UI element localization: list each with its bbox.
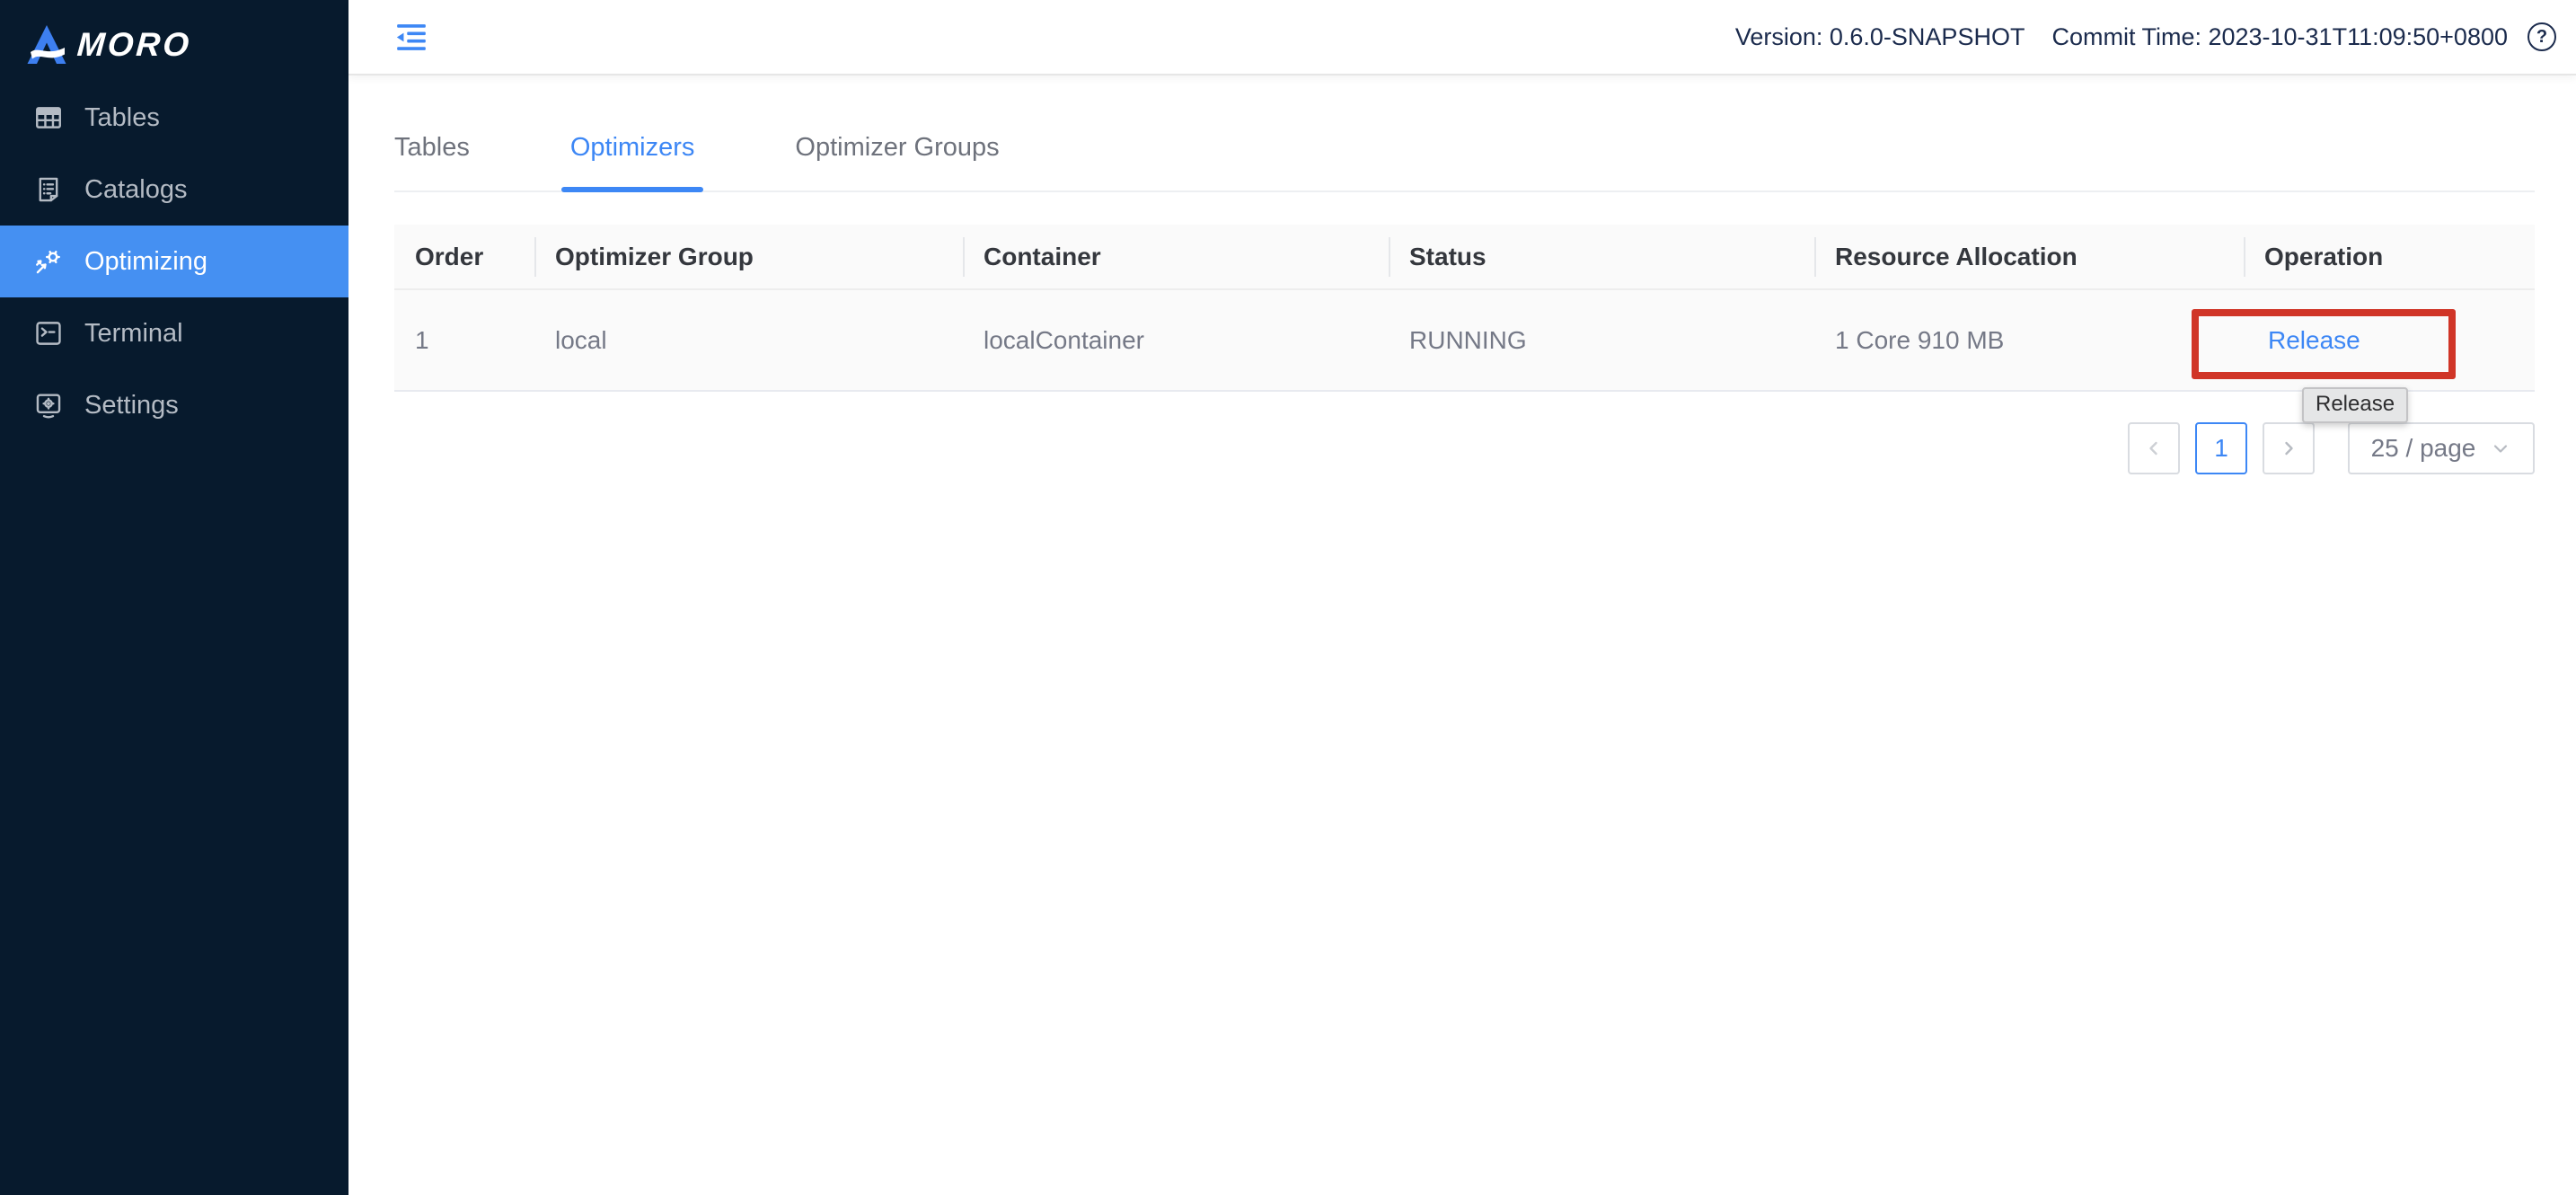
pagination-next-button[interactable] — [2263, 422, 2315, 474]
amoro-a-logo-icon — [25, 23, 68, 66]
cell-operation: Release — [2244, 290, 2535, 390]
optimizing-icon — [33, 246, 64, 277]
column-header-status: Status — [1389, 225, 1814, 288]
version-info: Version: 0.6.0-SNAPSHOT Commit Time: 202… — [1735, 23, 2508, 51]
release-tooltip: Release — [2302, 387, 2408, 423]
sidebar-item-label: Terminal — [84, 319, 183, 349]
release-link[interactable]: Release — [2268, 326, 2360, 355]
cell-status: RUNNING — [1389, 290, 1814, 390]
tab-tables[interactable]: Tables — [394, 131, 470, 190]
settings-icon — [33, 390, 64, 420]
sidebar: MORO Tables — [0, 0, 348, 1195]
sidebar-item-tables[interactable]: Tables — [0, 82, 348, 154]
sidebar-item-settings[interactable]: Settings — [0, 369, 348, 441]
sidebar-menu: Tables Catalogs — [0, 82, 348, 441]
pagination: 1 25 / page — [394, 422, 2535, 474]
optimizers-table: Order Optimizer Group Container Status R… — [394, 225, 2535, 392]
version-label: Version: 0.6.0-SNAPSHOT — [1735, 23, 2025, 51]
sidebar-item-optimizing[interactable]: Optimizing — [0, 226, 348, 297]
pagination-page-1-button[interactable]: 1 — [2195, 422, 2247, 474]
column-header-resource-allocation: Resource Allocation — [1814, 225, 2244, 288]
chevron-right-icon — [2278, 438, 2299, 459]
commit-time-label: Commit Time: 2023-10-31T11:09:50+0800 — [2051, 23, 2508, 51]
chevron-left-icon — [2143, 438, 2165, 459]
sidebar-item-catalogs[interactable]: Catalogs — [0, 154, 348, 226]
sidebar-item-label: Optimizing — [84, 247, 207, 277]
sidebar-item-label: Tables — [84, 103, 160, 133]
table-row: 1 local localContainer RUNNING 1 Core 91… — [394, 290, 2535, 392]
column-header-order: Order — [394, 225, 534, 288]
topbar: Version: 0.6.0-SNAPSHOT Commit Time: 202… — [348, 0, 2576, 75]
column-header-operation: Operation — [2244, 225, 2535, 288]
question-circle-icon[interactable]: ? — [2527, 22, 2556, 51]
menu-fold-icon[interactable] — [393, 19, 429, 55]
chevron-down-icon — [2490, 438, 2511, 459]
tab-bar: Tables Optimizers Optimizer Groups — [394, 75, 2535, 192]
column-header-container: Container — [963, 225, 1389, 288]
cell-order: 1 — [394, 290, 534, 390]
tab-optimizer-groups[interactable]: Optimizer Groups — [795, 131, 999, 190]
cell-resource-allocation: 1 Core 910 MB — [1814, 290, 2244, 390]
table-header-row: Order Optimizer Group Container Status R… — [394, 225, 2535, 290]
cell-container: localContainer — [963, 290, 1389, 390]
page-size-value: 25 / page — [2371, 434, 2476, 463]
sidebar-item-terminal[interactable]: Terminal — [0, 297, 348, 369]
terminal-icon — [33, 318, 64, 349]
catalogs-icon — [33, 174, 64, 205]
sidebar-item-label: Settings — [84, 391, 179, 420]
sidebar-item-label: Catalogs — [84, 175, 187, 205]
main-content: Tables Optimizers Optimizer Groups Order… — [348, 75, 2576, 474]
app-logo[interactable]: MORO — [0, 0, 348, 75]
tab-optimizers[interactable]: Optimizers — [570, 131, 695, 190]
brand-name: MORO — [76, 26, 193, 64]
pagination-prev-button[interactable] — [2128, 422, 2180, 474]
page-size-select[interactable]: 25 / page — [2348, 422, 2535, 474]
column-header-optimizer-group: Optimizer Group — [534, 225, 963, 288]
tables-icon — [33, 102, 64, 133]
cell-optimizer-group: local — [534, 290, 963, 390]
